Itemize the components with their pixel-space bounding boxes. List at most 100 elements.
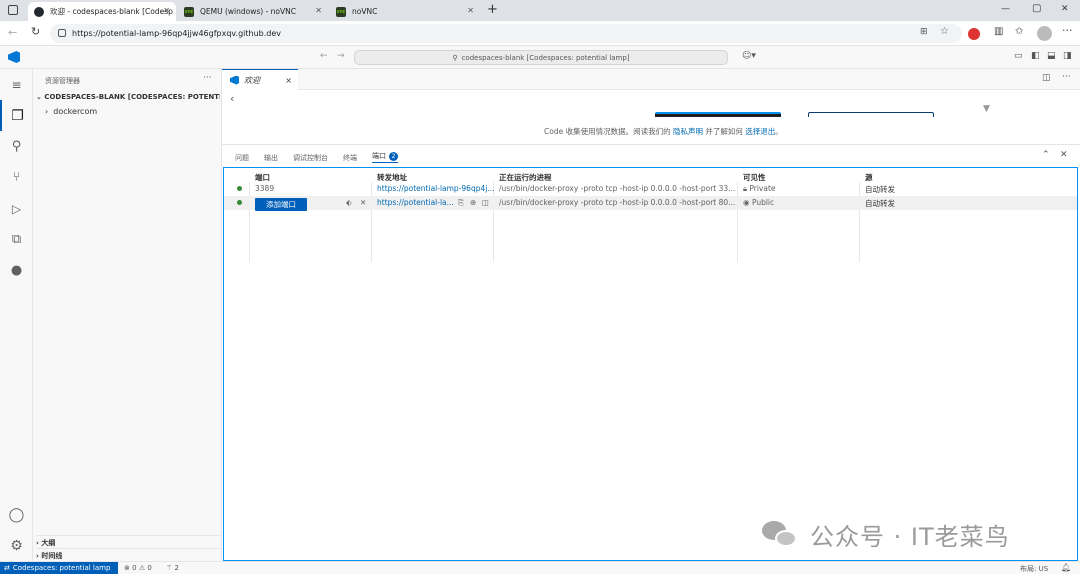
back-icon[interactable]: ← (8, 26, 17, 39)
keyboard-layout[interactable]: 布局: US (1020, 564, 1048, 574)
theme-preview-dark[interactable] (655, 112, 781, 117)
telemetry-text-end: 。 (775, 127, 783, 136)
settings-gear-icon[interactable]: ⚙ (0, 530, 33, 561)
split-editor-icon[interactable]: ◫ (1042, 73, 1051, 83)
tab-title: noVNC (352, 7, 378, 16)
url-text: https://potential-lamp-96qp4jjw46gfpxqv.… (72, 29, 281, 38)
telemetry-text: Code 收集使用情况数据。阅读我们的 (544, 127, 671, 136)
source-cell: 自动转发 (865, 199, 895, 208)
open-in-browser-icon[interactable]: ⊕ (470, 198, 476, 207)
accounts-icon[interactable]: ◯ (0, 499, 33, 530)
minimize-button[interactable]: — (1001, 4, 1010, 14)
close-panel-icon[interactable]: ✕ (1060, 150, 1068, 160)
back-chevron-icon[interactable]: ‹ (230, 92, 234, 105)
forwarded-ports-indicator[interactable]: ⚚ 2 (166, 564, 179, 572)
toggle-sidebar-icon[interactable]: ◧ (1031, 51, 1040, 61)
remote-indicator[interactable]: ⇄ Codespaces: potential lamp (0, 562, 118, 574)
ports-table: 端口 转发地址 正在运行的进程 可见性 源 3389 https://poten… (223, 167, 1078, 561)
sidebar-toggle-icon[interactable] (8, 5, 18, 15)
workspace-root[interactable]: ⌄ CODESPACES-BLANK [CODESPACES: POTENTIA… (36, 93, 220, 101)
outline-section[interactable]: › 大纲 (36, 535, 222, 547)
preview-icon[interactable]: ◫ (482, 198, 489, 207)
more-icon[interactable]: ··· (1062, 24, 1073, 37)
run-debug-icon[interactable]: ▷ (0, 193, 33, 224)
visibility-label: Private (749, 184, 776, 193)
site-info-icon[interactable] (58, 29, 66, 37)
tab-output[interactable]: 输出 (264, 153, 278, 163)
ports-count: 2 (174, 564, 179, 572)
address-link[interactable]: https://potential-lamp-96qp4j... (377, 184, 495, 193)
close-icon[interactable]: × (285, 76, 292, 85)
tab-terminal[interactable]: 终端 (343, 153, 357, 163)
close-icon[interactable]: ✕ (467, 6, 474, 15)
toggle-panel-icon[interactable]: ⬓ (1047, 51, 1056, 61)
tab-problems[interactable]: 问题 (235, 153, 249, 163)
nav-back-icon[interactable]: ← (320, 51, 328, 61)
address-link[interactable]: https://potential-la... (377, 198, 457, 207)
split-screen-icon[interactable]: ▥ (994, 26, 1003, 37)
error-count: 0 (132, 564, 137, 572)
maximize-button[interactable]: ▢ (1032, 3, 1041, 14)
table-row[interactable]: 8006 ⬖ ✕ https://potential-la... ⎘ ⊕ ◫ /… (224, 196, 1077, 210)
close-icon[interactable]: ✕ (163, 6, 170, 15)
tab-debug-console[interactable]: 调试控制台 (293, 153, 328, 163)
editor-more-icon[interactable]: ··· (1062, 72, 1071, 82)
browser-tab-qemu[interactable]: vnc QEMU (windows) - noVNC ✕ (178, 2, 328, 21)
visibility-cell: ◉ Public (743, 198, 774, 207)
new-tab-button[interactable]: + (487, 2, 498, 17)
maximize-panel-icon[interactable]: ⌃ (1042, 150, 1050, 160)
github-icon[interactable]: ● (0, 255, 33, 286)
warning-count: 0 (147, 564, 152, 572)
tree-item-label: dockercom (53, 107, 98, 116)
nav-forward-icon[interactable]: → (337, 51, 345, 61)
menu-icon[interactable]: ≡ (0, 69, 33, 100)
eye-icon: ◉ (743, 198, 752, 207)
address-bar[interactable]: https://potential-lamp-96qp4jjw46gfpxqv.… (50, 24, 962, 43)
timeline-label: 时间线 (41, 552, 63, 560)
explorer-icon[interactable]: ❐ (0, 100, 33, 131)
browser-tab-welcome[interactable]: 欢迎 - codespaces-blank [Codesp ✕ (28, 2, 176, 21)
extensions-icon[interactable]: ⧉ (0, 224, 33, 255)
vscode-logo-icon (230, 75, 239, 85)
optout-link[interactable]: 选择退出 (745, 127, 775, 136)
add-port-button[interactable]: 添加端口 (255, 198, 307, 211)
timeline-section[interactable]: › 时间线 (36, 548, 222, 560)
search-icon[interactable]: ⚲ (0, 131, 33, 162)
editor-tab-bar: 欢迎 × ◫ ··· (222, 69, 1080, 90)
tab-label: 欢迎 (244, 75, 260, 85)
theme-preview-light[interactable] (808, 112, 934, 117)
customize-layout-icon[interactable]: ▭ (1014, 51, 1023, 61)
table-row[interactable]: 3389 https://potential-lamp-96qp4j... /u… (224, 182, 1077, 196)
wechat-icon (762, 520, 800, 549)
activity-bar: ≡ ❐ ⚲ ⑂ ▷ ⧉ ● ◯ ⚙ (0, 69, 33, 561)
port-cell: 3389 (255, 184, 275, 193)
toggle-secondary-sidebar-icon[interactable]: ◨ (1063, 51, 1072, 61)
close-window-button[interactable]: ✕ (1061, 4, 1069, 14)
set-port-label-icon[interactable]: ⬖ (346, 198, 352, 207)
extension-icon[interactable] (968, 28, 980, 40)
app-install-icon[interactable]: ⊞ (920, 27, 928, 37)
command-center[interactable]: ⚲ codespaces-blank [Codespaces: potentia… (354, 50, 728, 65)
watermark-text: 公众号 · IT老菜鸟 (810, 523, 1010, 551)
favorite-star-icon[interactable]: ☆ (940, 26, 949, 37)
source-control-icon[interactable]: ⑂ (0, 162, 33, 193)
welcome-editor: ‹ ▼ Code 收集使用情况数据。阅读我们的 隐私声明 并了解如何 选择退出。 (222, 90, 1080, 144)
error-icon: ⊗ (124, 564, 130, 572)
problems-indicator[interactable]: ⊗ 0 ⚠ 0 (124, 564, 152, 572)
privacy-link[interactable]: 隐私声明 (673, 127, 703, 136)
favorites-icon[interactable]: ✩ (1015, 26, 1023, 37)
browser-tab-novnc[interactable]: vnc noVNC ✕ (330, 2, 480, 21)
stop-forwarding-icon[interactable]: ✕ (360, 198, 366, 207)
copilot-icon[interactable]: ☺▾ (742, 51, 756, 61)
close-icon[interactable]: ✕ (315, 6, 322, 15)
tree-item-dockercom[interactable]: › dockercom (45, 107, 97, 116)
tab-ports[interactable]: 端口 2 (372, 151, 398, 163)
tab-welcome[interactable]: 欢迎 × (222, 69, 298, 90)
reload-icon[interactable]: ↻ (31, 25, 40, 38)
copy-address-icon[interactable]: ⎘ (458, 198, 464, 208)
chevron-down-icon[interactable]: ▼ (983, 104, 990, 114)
sidebar-more-icon[interactable]: ··· (203, 73, 212, 83)
avatar[interactable] (1037, 26, 1052, 41)
status-bar: ⇄ Codespaces: potential lamp ⊗ 0 ⚠ 0 ⚚ 2… (0, 561, 1080, 574)
notifications-bell-icon[interactable]: 🔔︎ (1061, 563, 1071, 572)
